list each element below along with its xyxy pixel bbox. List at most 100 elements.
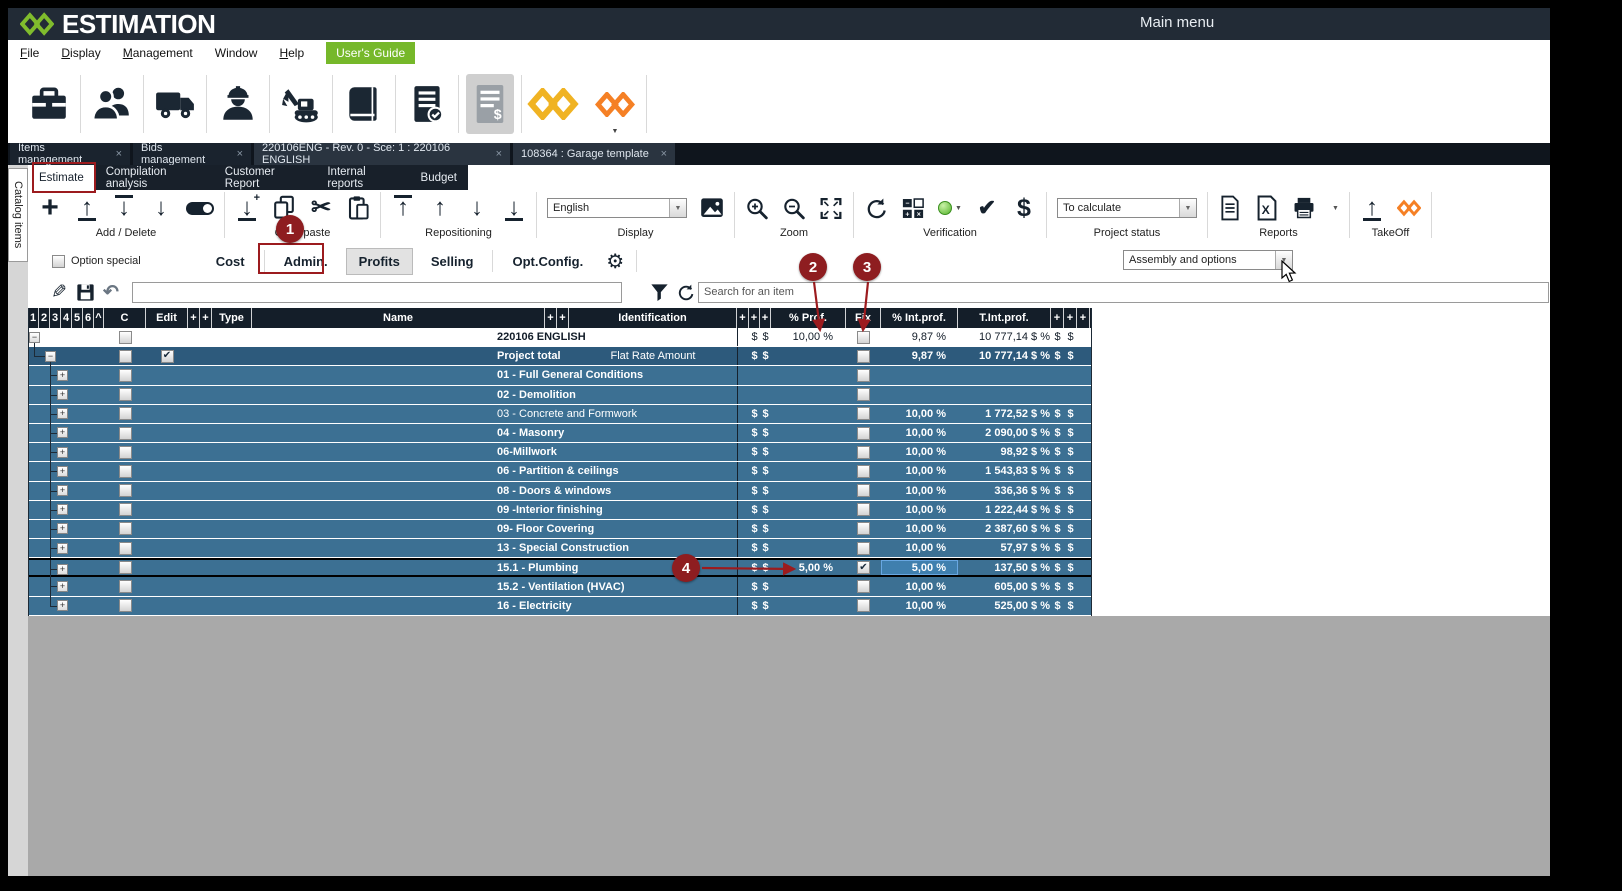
percent-profit-cell[interactable]: 10,00 % [771, 328, 846, 346]
mode-selling-button[interactable]: Selling [419, 249, 486, 274]
dollar-flag-cell[interactable]: $ [749, 501, 760, 519]
grid-row[interactable]: +02 - Demolition [28, 386, 1092, 405]
mode-cost-button[interactable]: Cost [204, 249, 257, 274]
collapse-box[interactable]: − [29, 332, 40, 343]
expand-box[interactable]: + [57, 581, 68, 592]
dollar-flag-cell[interactable]: $ [760, 443, 771, 461]
expand-box[interactable]: + [57, 408, 68, 419]
column-header[interactable]: + [1077, 308, 1090, 328]
percent-internal-profit-cell[interactable]: 9,87 % [881, 328, 958, 346]
search-input[interactable] [698, 282, 1549, 303]
percent-profit-cell[interactable] [771, 366, 846, 384]
grid-row[interactable]: +06-Millwork$$10,00 %98,92 $ %$$ [28, 443, 1092, 462]
pencil-icon[interactable]: ✎ [46, 281, 72, 304]
dollar-flag-cell[interactable]: $ [1064, 443, 1077, 461]
column-header[interactable]: T.Int.prof. [958, 308, 1051, 328]
percent-internal-profit-cell[interactable]: 9,87 % [881, 347, 958, 365]
chevron-down-icon[interactable]: ▼ [612, 128, 619, 135]
dollar-flag-cell[interactable]: $ [749, 482, 760, 500]
dollar-flag-cell[interactable] [760, 386, 771, 404]
c-checkbox[interactable] [119, 599, 132, 612]
fix-checkbox[interactable] [857, 465, 870, 478]
percent-profit-cell[interactable] [771, 462, 846, 480]
dollar-flag-cell[interactable]: $ [1051, 597, 1064, 615]
grid-row[interactable]: −Project totalFlat Rate Amount$$9,87 %10… [28, 347, 1092, 366]
column-header[interactable]: Edit [146, 308, 188, 328]
dollar-flag-cell[interactable]: $ [760, 462, 771, 480]
column-header[interactable]: Identification [569, 308, 737, 328]
tab-compilation-analysis[interactable]: Compilation analysis [95, 165, 214, 190]
percent-profit-cell[interactable] [771, 443, 846, 461]
c-checkbox[interactable] [119, 388, 132, 401]
percent-internal-profit-cell[interactable]: 10,00 % [881, 405, 958, 423]
document-tab[interactable]: 220106ENG - Rev. 0 - Sce: 1 : 220106 ENG… [254, 143, 510, 165]
percent-internal-profit-cell[interactable]: 10,00 % [881, 424, 958, 442]
dollar-flag-cell[interactable]: $ [1051, 347, 1064, 365]
refresh-icon[interactable] [672, 283, 698, 302]
mode-optconfig-button[interactable]: Opt.Config. [500, 249, 595, 274]
expand-box[interactable]: + [57, 485, 68, 496]
tab-internal-reports[interactable]: Internal reports [316, 165, 409, 190]
mode-admin-button[interactable]: Admin. [272, 249, 340, 274]
move-bottom-icon[interactable]: ↓ [502, 195, 526, 221]
menu-users-guide[interactable]: User's Guide [326, 42, 415, 64]
column-header[interactable]: 6 [83, 308, 94, 328]
percent-profit-cell[interactable] [771, 424, 846, 442]
toggle-icon[interactable] [186, 202, 214, 215]
percent-profit-cell[interactable] [771, 501, 846, 519]
column-header[interactable]: Name [252, 308, 545, 328]
menu-window[interactable]: Window [215, 46, 258, 60]
fix-checkbox[interactable] [857, 484, 870, 497]
percent-internal-profit-cell[interactable]: 10,00 % [881, 482, 958, 500]
item-edit-input[interactable] [132, 282, 622, 303]
grid-row[interactable]: +09 -Interior finishing$$10,00 %1 222,44… [28, 501, 1092, 520]
dollar-flag-cell[interactable]: $ [1064, 577, 1077, 595]
percent-internal-profit-cell[interactable]: 10,00 % [881, 443, 958, 461]
grid-row[interactable]: +04 - Masonry$$10,00 %2 090,00 $ %$$ [28, 424, 1092, 443]
language-dropdown[interactable]: English ▼ [547, 198, 687, 218]
dollar-flag-cell[interactable]: $ [1064, 405, 1077, 423]
grid-row[interactable]: −220106 ENGLISH$$10,00 %9,87 %10 777,14 … [28, 328, 1092, 347]
tab-budget[interactable]: Budget [410, 165, 468, 190]
c-checkbox[interactable] [119, 503, 132, 516]
dollar-flag-cell[interactable]: $ [1064, 424, 1077, 442]
menu-file[interactable]: File [20, 46, 39, 60]
expand-box[interactable]: + [57, 466, 68, 477]
dollar-flag-cell[interactable] [1064, 386, 1077, 404]
percent-internal-profit-cell[interactable] [881, 366, 958, 384]
mode-profits-button[interactable]: Profits [346, 248, 413, 275]
dollar-flag-cell[interactable]: $ [760, 539, 771, 557]
column-header[interactable]: + [200, 308, 212, 328]
fix-checkbox[interactable] [857, 369, 870, 382]
dollar-flag-cell[interactable]: $ [1051, 482, 1064, 500]
truck-icon[interactable] [144, 71, 206, 137]
c-checkbox[interactable] [119, 580, 132, 593]
percent-profit-cell[interactable] [771, 386, 846, 404]
toolbox-icon[interactable] [18, 71, 80, 137]
column-header[interactable]: Fix [846, 308, 881, 328]
document-tab[interactable]: Items management× [10, 143, 130, 165]
c-checkbox[interactable] [119, 331, 132, 344]
c-checkbox[interactable] [119, 561, 132, 574]
close-icon[interactable]: × [116, 148, 122, 160]
dollar-flag-cell[interactable]: $ [760, 501, 771, 519]
zoom-out-icon[interactable] [782, 195, 806, 221]
expand-box[interactable]: + [57, 600, 68, 611]
c-checkbox[interactable] [119, 465, 132, 478]
c-checkbox[interactable] [119, 350, 132, 363]
expand-box[interactable]: + [57, 389, 68, 400]
fix-checkbox[interactable] [857, 522, 870, 535]
dollar-flag-cell[interactable]: $ [760, 405, 771, 423]
validate-check-icon[interactable]: ✔ [975, 195, 999, 221]
status-indicator[interactable]: ▼ [938, 195, 962, 221]
estimation-yellow-logo[interactable] [522, 71, 584, 137]
dollar-flag-cell[interactable]: $ [749, 539, 760, 557]
dollar-flag-cell[interactable]: $ [749, 520, 760, 538]
dollar-flag-cell[interactable]: $ [760, 597, 771, 615]
dollar-flag-cell[interactable]: $ [1051, 462, 1064, 480]
percent-profit-cell[interactable] [771, 482, 846, 500]
percent-internal-profit-cell[interactable]: 10,00 % [881, 539, 958, 557]
percent-internal-profit-cell[interactable] [881, 386, 958, 404]
fix-checkbox[interactable] [857, 503, 870, 516]
delete-icon[interactable]: ↓ [149, 195, 173, 221]
